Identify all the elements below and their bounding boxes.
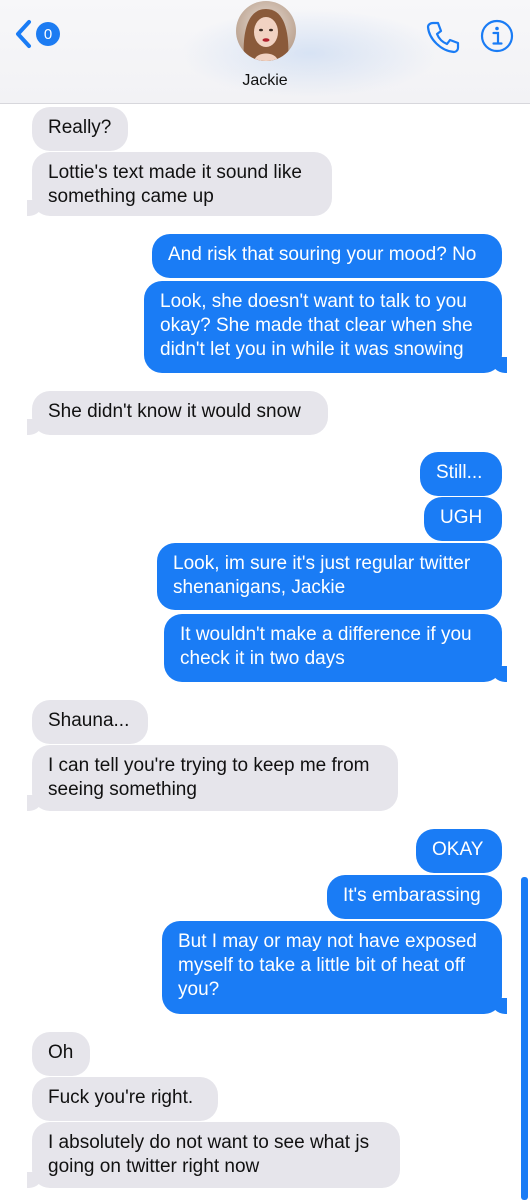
message-bubble[interactable]: But I may or may not have exposed myself… (162, 921, 507, 1014)
contact-name[interactable]: Jackie (0, 72, 530, 90)
message-bubble[interactable]: It wouldn't make a difference if you che… (164, 614, 507, 682)
back-button[interactable]: 0 (14, 16, 70, 52)
message-bubble[interactable]: I absolutely do not want to see what js … (27, 1122, 400, 1188)
message-bubble[interactable]: Really? (32, 107, 128, 151)
message-bubble[interactable]: UGH (424, 497, 502, 541)
info-icon (480, 19, 514, 53)
message-bubble[interactable]: Lottie's text made it sound like somethi… (27, 152, 332, 216)
info-button[interactable] (479, 18, 515, 54)
unread-badge: 0 (36, 22, 60, 46)
phone-icon (426, 21, 460, 54)
message-bubble[interactable]: Look, she doesn't want to talk to you ok… (144, 281, 507, 373)
conversation-header: 0 Jackie (0, 0, 530, 104)
scrollbar[interactable] (521, 877, 528, 1200)
message-bubble[interactable]: She didn't know it would snow (27, 391, 328, 435)
message-bubble[interactable]: And risk that souring your mood? No (152, 234, 502, 278)
message-bubble[interactable]: Shauna... (32, 700, 148, 744)
message-bubble[interactable]: I can tell you're trying to keep me from… (27, 745, 398, 811)
message-bubble[interactable]: It's embarassing (327, 875, 502, 919)
message-bubble[interactable]: Fuck you're right. (32, 1077, 218, 1121)
message-bubble[interactable]: OKAY (416, 829, 502, 873)
message-bubble[interactable]: Oh (32, 1032, 90, 1076)
call-button[interactable] (424, 18, 462, 56)
message-bubble[interactable]: Look, im sure it's just regular twitter … (157, 543, 502, 610)
avatar[interactable] (236, 1, 296, 61)
message-bubble[interactable]: Still... (420, 452, 502, 496)
chevron-left-icon (16, 20, 31, 48)
